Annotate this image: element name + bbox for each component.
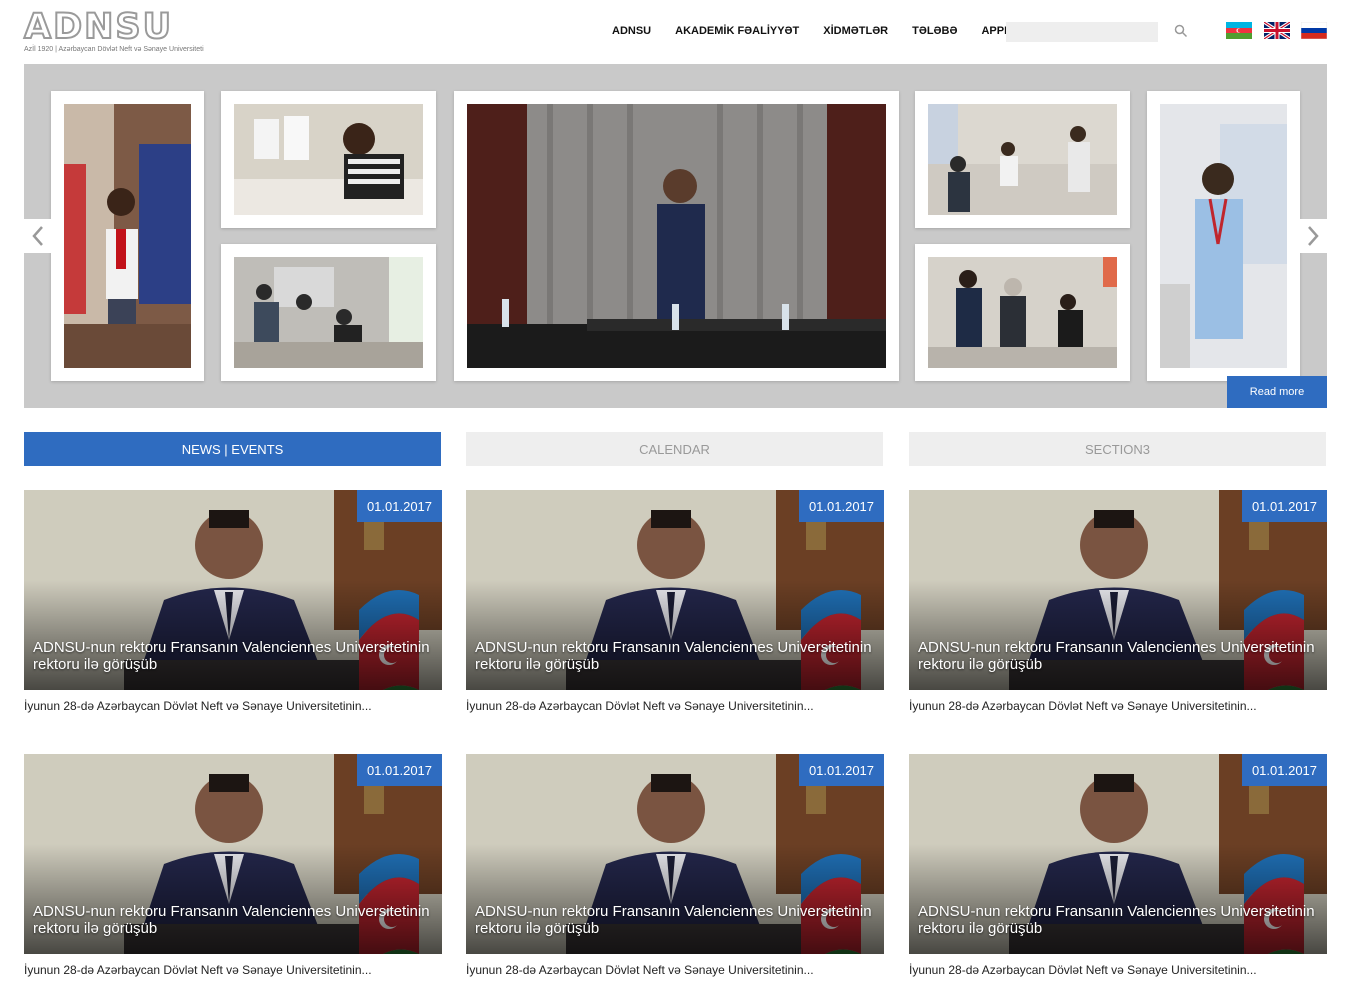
flag-russia-icon[interactable]: [1301, 22, 1327, 39]
photo-exhibition-stands: [928, 104, 1117, 215]
news-excerpt: İyunun 28-də Azərbaycan Dövlət Neft və S…: [24, 699, 372, 713]
news-title[interactable]: ADNSU-nun rektoru Fransanın Valenciennes…: [475, 903, 875, 937]
tab-section3[interactable]: SECTION3: [909, 432, 1326, 466]
nav-item-adnsu[interactable]: ADNSU: [600, 22, 663, 40]
news-excerpt: İyunun 28-də Azərbaycan Dövlət Neft və S…: [909, 699, 1257, 713]
news-card[interactable]: 01.01.2017 ADNSU-nun rektoru Fransanın V…: [24, 490, 442, 720]
news-date-badge: 01.01.2017: [799, 754, 884, 786]
news-date-badge: 01.01.2017: [1242, 754, 1327, 786]
news-title[interactable]: ADNSU-nun rektoru Fransanın Valenciennes…: [33, 903, 433, 937]
photo-man-with-lanyard: [1160, 104, 1287, 368]
flag-azerbaijan-icon[interactable]: [1226, 22, 1252, 39]
news-date-badge: 01.01.2017: [1242, 490, 1327, 522]
slider-prev-button[interactable]: [24, 219, 52, 253]
main-nav: ADNSU AKADEMİK FƏALİYYƏT XİDMƏTLƏR TƏLƏB…: [600, 22, 1029, 40]
news-excerpt: İyunun 28-də Azərbaycan Dövlət Neft və S…: [466, 963, 814, 977]
news-excerpt: İyunun 28-də Azərbaycan Dövlət Neft və S…: [909, 963, 1257, 977]
slider-photo-1[interactable]: [51, 91, 204, 381]
chevron-left-icon: [32, 226, 43, 246]
photo-speaker-at-podium: [467, 104, 886, 368]
news-card[interactable]: 01.01.2017 ADNSU-nun rektoru Fransanın V…: [466, 490, 884, 720]
news-excerpt: İyunun 28-də Azərbaycan Dövlət Neft və S…: [24, 963, 372, 977]
search-icon[interactable]: [1174, 24, 1188, 38]
photo-woman-at-booth: [64, 104, 191, 368]
tab-news-events[interactable]: NEWS | EVENTS: [24, 432, 441, 466]
logo-subtitle: Azİl 1920 | Azərbaycan Dövlət Neft və Sə…: [24, 46, 204, 53]
slider-photo-3[interactable]: [221, 244, 436, 381]
logo[interactable]: ADNSU Azİl 1920 | Azərbaycan Dövlət Neft…: [23, 7, 204, 56]
news-title[interactable]: ADNSU-nun rektoru Fransanın Valenciennes…: [918, 639, 1318, 673]
news-card[interactable]: 01.01.2017 ADNSU-nun rektoru Fransanın V…: [466, 754, 884, 984]
photo-officials-visiting: [928, 257, 1117, 368]
nav-item-student[interactable]: TƏLƏBƏ: [900, 22, 969, 40]
slider-photo-4[interactable]: [915, 91, 1130, 228]
news-title[interactable]: ADNSU-nun rektoru Fransanın Valenciennes…: [33, 639, 433, 673]
read-more-button[interactable]: Read more: [1227, 376, 1327, 408]
photo-students-at-tables: [234, 257, 423, 368]
news-excerpt: İyunun 28-də Azərbaycan Dövlət Neft və S…: [466, 699, 814, 713]
photo-slider[interactable]: [24, 64, 1327, 408]
search-input[interactable]: [1006, 22, 1158, 42]
nav-item-academic[interactable]: AKADEMİK FƏALİYYƏT: [663, 22, 811, 40]
news-date-badge: 01.01.2017: [357, 490, 442, 522]
news-card[interactable]: 01.01.2017 ADNSU-nun rektoru Fransanın V…: [909, 754, 1327, 984]
slider-photo-5[interactable]: [915, 244, 1130, 381]
news-title[interactable]: ADNSU-nun rektoru Fransanın Valenciennes…: [475, 639, 875, 673]
slider-photo-main[interactable]: [454, 91, 899, 381]
news-date-badge: 01.01.2017: [357, 754, 442, 786]
slider-photo-2[interactable]: [221, 91, 436, 228]
news-title[interactable]: ADNSU-nun rektoru Fransanın Valenciennes…: [918, 903, 1318, 937]
nav-item-services[interactable]: XİDMƏTLƏR: [811, 22, 900, 40]
flag-uk-icon[interactable]: [1264, 22, 1290, 39]
news-date-badge: 01.01.2017: [799, 490, 884, 522]
slider-photo-6[interactable]: [1147, 91, 1300, 381]
logo-mark: ADNSU: [23, 7, 174, 47]
chevron-right-icon: [1308, 226, 1319, 246]
news-card[interactable]: 01.01.2017 ADNSU-nun rektoru Fransanın V…: [24, 754, 442, 984]
news-card[interactable]: 01.01.2017 ADNSU-nun rektoru Fransanın V…: [909, 490, 1327, 720]
photo-woman-writing: [234, 104, 423, 215]
tab-calendar[interactable]: CALENDAR: [466, 432, 883, 466]
slider-next-button[interactable]: [1299, 219, 1327, 253]
